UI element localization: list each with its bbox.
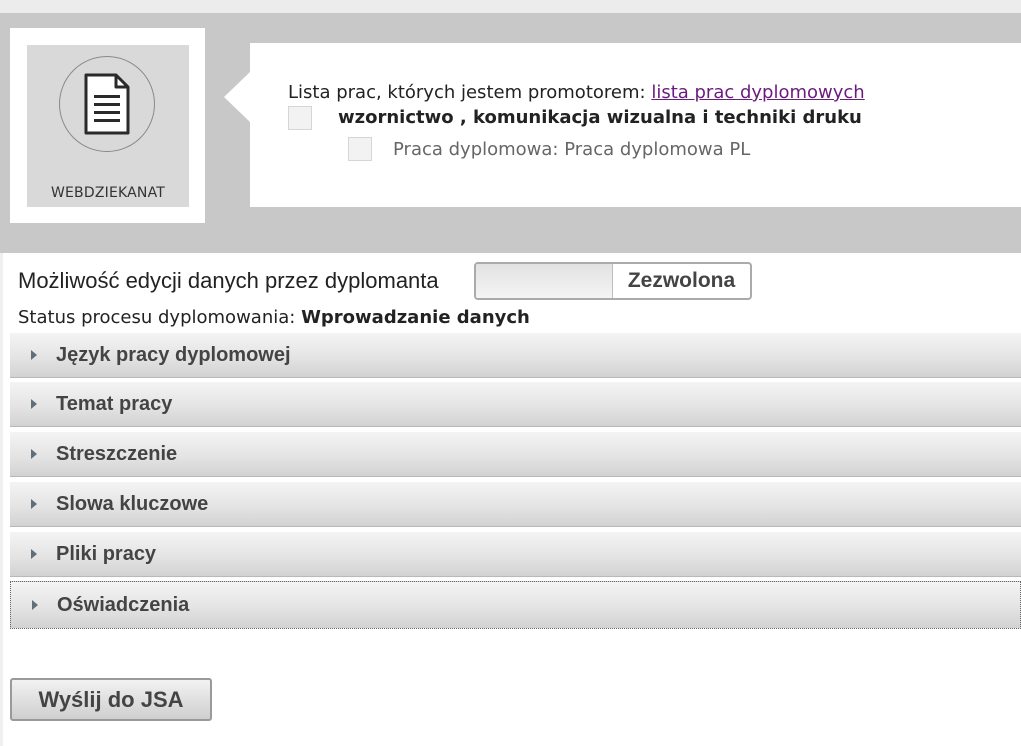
section-thesis-files[interactable]: Pliki pracy xyxy=(10,532,1021,577)
section-thesis-language[interactable]: Język pracy dyplomowej xyxy=(10,333,1021,378)
section-label: Streszczenie xyxy=(56,443,178,465)
section-declarations[interactable]: Oświadczenia xyxy=(10,581,1021,629)
section-thesis-topic[interactable]: Temat pracy xyxy=(10,382,1021,427)
section-label: Temat pracy xyxy=(56,393,173,415)
section-label: Język pracy dyplomowej xyxy=(56,344,291,366)
expand-arrow-icon xyxy=(31,549,37,559)
toggle-value: Zezwolona xyxy=(627,269,736,292)
status-value: Wprowadzanie danych xyxy=(301,307,530,328)
field-of-study: wzornictwo , komunikacja wizualna i tech… xyxy=(338,107,862,128)
left-edge xyxy=(0,253,3,746)
edit-permission-label: Możliwość edycji danych przez dyplomanta xyxy=(18,268,439,293)
expand-arrow-icon xyxy=(31,499,37,509)
toggle-track[interactable] xyxy=(476,264,613,298)
thesis-checkbox[interactable] xyxy=(348,137,372,161)
section-keywords[interactable]: Slowa kluczowe xyxy=(10,482,1021,527)
expand-arrow-icon xyxy=(31,399,37,409)
logo-text: WEBDZIEKANAT xyxy=(50,185,166,201)
field-checkbox[interactable] xyxy=(288,106,312,130)
top-strip xyxy=(0,0,1021,13)
section-label: Slowa kluczowe xyxy=(56,493,209,515)
info-panel: Lista prac, których jestem promotorem: l… xyxy=(250,43,1021,207)
logo-tile[interactable]: WEBDZIEKANAT xyxy=(10,28,205,223)
process-status: Status procesu dyplomowania: Wprowadzani… xyxy=(18,307,530,328)
section-label: Pliki pracy xyxy=(56,543,157,565)
promoter-list-label: Lista prac, których jestem promotorem: xyxy=(288,82,646,103)
section-label: Oświadczenia xyxy=(57,594,190,616)
expand-arrow-icon xyxy=(31,350,37,360)
status-label: Status procesu dyplomowania: xyxy=(18,307,296,328)
document-icon xyxy=(84,73,130,135)
send-to-jsa-button[interactable]: Wyślij do JSA xyxy=(10,678,212,721)
promoter-list-line: Lista prac, których jestem promotorem: l… xyxy=(288,82,865,103)
logo-inner: WEBDZIEKANAT xyxy=(27,45,189,207)
expand-arrow-icon xyxy=(31,449,37,459)
edit-permission-toggle[interactable]: Zezwolona xyxy=(474,262,752,300)
section-abstract[interactable]: Streszczenie xyxy=(10,432,1021,477)
info-pointer xyxy=(224,72,250,122)
thesis-type: Praca dyplomowa: Praca dyplomowa PL xyxy=(393,139,751,160)
expand-arrow-icon xyxy=(32,600,38,610)
thesis-list-link[interactable]: lista prac dyplomowych xyxy=(651,82,864,103)
logo-circle xyxy=(59,56,155,152)
